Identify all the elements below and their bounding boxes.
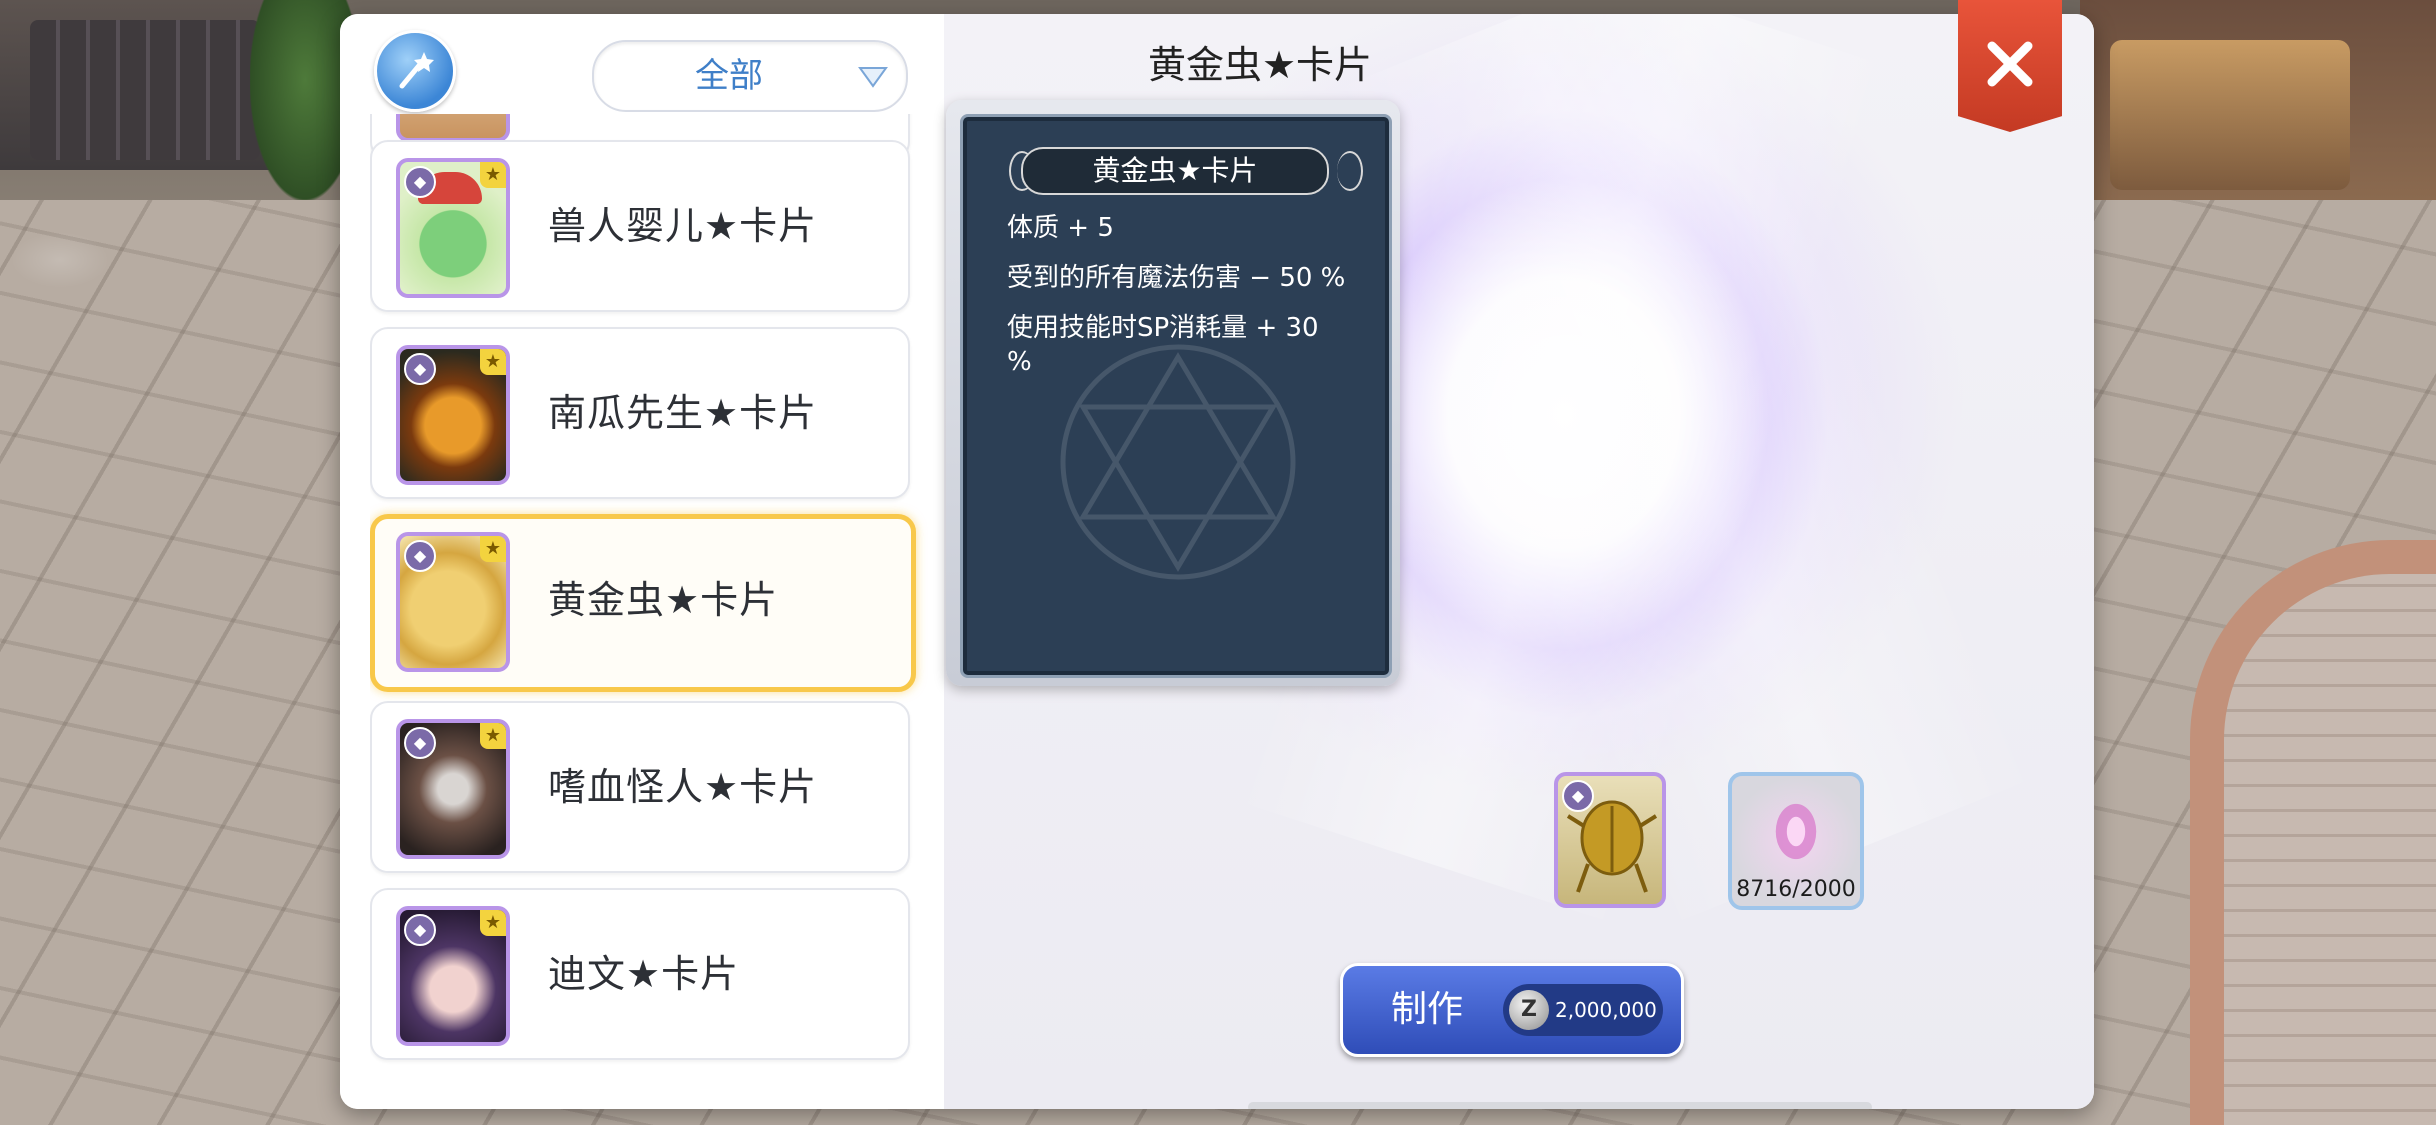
type-badge-icon: ◆ <box>404 914 436 946</box>
list-item[interactable]: ◆ ★ 兽人婴儿★卡片 <box>370 140 910 312</box>
material-card-shard[interactable]: 8716/2000 <box>1728 772 1864 910</box>
shard-count: 8716/2000 <box>1736 877 1856 902</box>
close-icon <box>1987 41 2033 87</box>
magic-wand-button[interactable] <box>374 30 456 112</box>
detail-title: 黄金虫★卡片 <box>1147 43 1373 87</box>
star-icon: ★ <box>480 162 506 188</box>
card-name: 嗜血怪人★卡片 <box>548 765 818 809</box>
type-badge-icon: ◆ <box>404 166 436 198</box>
zeny-coin-icon: Z <box>1509 990 1549 1030</box>
card-thumbnail: ◆ ★ <box>396 719 510 859</box>
list-item[interactable]: ◆ ★ 嗜血怪人★卡片 <box>370 701 910 873</box>
card-list-panel: 全部 ◆ ★ 兽人婴儿★卡片 ◆ ★ 南瓜先生★卡片 ◆ ★ 黄金虫★卡片 ◆ … <box>340 14 944 1109</box>
star-icon: ★ <box>480 910 506 936</box>
card-thumbnail: ◆ ★ <box>396 532 510 672</box>
cost-pill: Z 2,000,000 <box>1503 984 1663 1036</box>
card-thumbnail: ◆ ★ <box>396 906 510 1046</box>
filter-dropdown[interactable]: 全部 <box>592 40 908 112</box>
list-item[interactable]: ◆ ★ 迪文★卡片 <box>370 888 910 1060</box>
card-name: 迪文★卡片 <box>548 952 740 996</box>
craft-label: 制作 <box>1390 989 1463 1030</box>
material-card-golden-bug[interactable]: ◆ <box>1554 772 1666 908</box>
shard-crystal-icon <box>1775 803 1817 860</box>
card-effects: 体质 + 5 受到的所有魔法伤害 − 50 % 使用技能时SP消耗量 + 30 … <box>1007 211 1347 395</box>
star-icon: ★ <box>480 349 506 375</box>
close-button[interactable] <box>1958 0 2062 132</box>
list-item-selected[interactable]: ◆ ★ 黄金虫★卡片 <box>370 514 916 692</box>
effect-line: 体质 + 5 <box>1007 213 1114 243</box>
magic-wand-icon <box>399 52 434 89</box>
card-list[interactable]: ◆ ★ 兽人婴儿★卡片 ◆ ★ 南瓜先生★卡片 ◆ ★ 黄金虫★卡片 ◆ ★ 嗜… <box>370 114 930 1099</box>
effect-line: 使用技能时SP消耗量 + 30 % <box>1007 313 1319 377</box>
star-icon: ★ <box>480 536 506 562</box>
type-badge-icon: ◆ <box>404 353 436 385</box>
card-name: 南瓜先生★卡片 <box>548 391 818 435</box>
card-thumbnail: ◆ ★ <box>396 345 510 485</box>
card-preview-frame: 黄金虫★卡片 体质 + 5 受到的所有魔法伤害 − 50 % 使用技能时SP消耗… <box>946 100 1400 686</box>
type-badge-icon: ◆ <box>404 540 436 572</box>
type-badge-icon: ◆ <box>404 727 436 759</box>
list-item[interactable]: ◆ ★ 南瓜先生★卡片 <box>370 327 910 499</box>
craft-cost: 2,000,000 <box>1555 998 1657 1022</box>
title-ornament-right <box>1337 151 1363 191</box>
star-icon: ★ <box>480 723 506 749</box>
card-title-plate: 黄金虫★卡片 <box>1021 147 1329 195</box>
craft-button[interactable]: 制作 Z 2,000,000 <box>1340 963 1684 1057</box>
card-thumbnail: ◆ ★ <box>396 158 510 298</box>
filter-label: 全部 <box>695 56 763 96</box>
type-badge-icon: ◆ <box>1562 780 1594 812</box>
round-planter <box>2190 540 2436 1125</box>
card-thumbnail <box>396 114 510 142</box>
card-preview: 黄金虫★卡片 体质 + 5 受到的所有魔法伤害 − 50 % 使用技能时SP消耗… <box>960 114 1392 678</box>
horizontal-scrollbar[interactable] <box>1248 1102 1872 1109</box>
card-name: 兽人婴儿★卡片 <box>548 204 818 248</box>
card-name: 黄金虫★卡片 <box>548 578 779 622</box>
triangle-down-icon <box>858 67 888 88</box>
effect-line: 受到的所有魔法伤害 − 50 % <box>1007 263 1346 293</box>
market-stall <box>2110 40 2350 190</box>
tower-base <box>30 20 260 160</box>
